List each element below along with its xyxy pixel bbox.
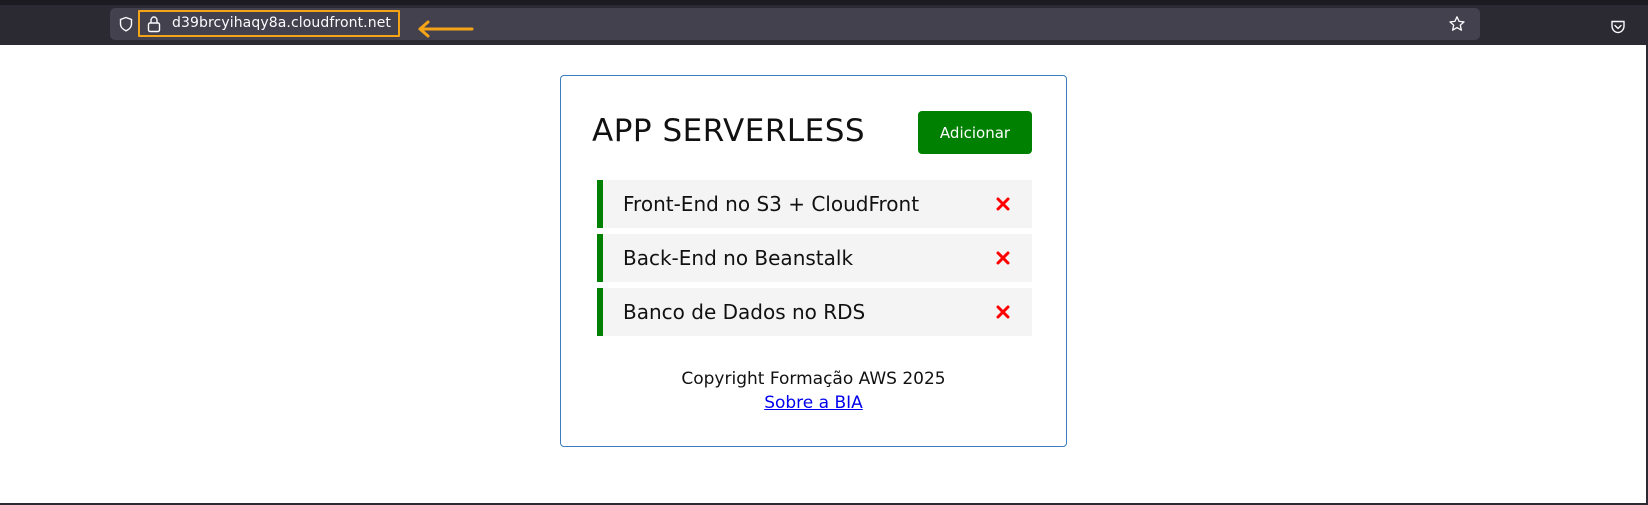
delete-icon[interactable] <box>996 251 1010 265</box>
shield-icon[interactable] <box>118 16 134 32</box>
copyright-text: Copyright Formação AWS 2025 <box>681 369 946 389</box>
task-label: Banco de Dados no RDS <box>623 300 866 324</box>
about-link[interactable]: Sobre a BIA <box>764 391 863 415</box>
star-icon[interactable] <box>1448 15 1466 33</box>
add-button[interactable]: Adicionar <box>918 111 1032 154</box>
task-label: Back-End no Beanstalk <box>623 246 854 270</box>
url-text[interactable]: d39brcyihaqy8a.cloudfront.net <box>172 15 391 31</box>
arrow-left-icon <box>418 20 474 38</box>
footer: Copyright Formação AWS 2025 Sobre a BIA <box>561 367 1066 415</box>
lock-icon[interactable] <box>146 15 162 33</box>
browser-toolbar: d39brcyihaqy8a.cloudfront.net <box>0 0 1648 45</box>
app-card: APP SERVERLESS Adicionar Front-End no S3… <box>560 75 1067 447</box>
list-item: Front-End no S3 + CloudFront <box>597 180 1032 228</box>
pocket-icon[interactable] <box>1610 19 1626 35</box>
address-bar[interactable]: d39brcyihaqy8a.cloudfront.net <box>110 8 1480 40</box>
list-item: Back-End no Beanstalk <box>597 234 1032 282</box>
page-title: APP SERVERLESS <box>592 113 866 149</box>
task-label: Front-End no S3 + CloudFront <box>623 192 920 216</box>
list-item: Banco de Dados no RDS <box>597 288 1032 336</box>
delete-icon[interactable] <box>996 197 1010 211</box>
task-list: Front-End no S3 + CloudFront Back-End no… <box>597 180 1032 342</box>
delete-icon[interactable] <box>996 305 1010 319</box>
